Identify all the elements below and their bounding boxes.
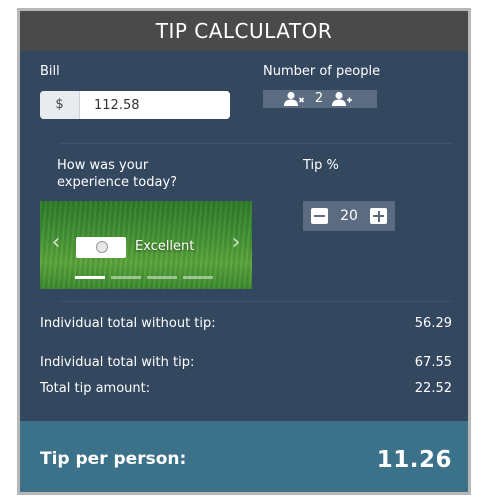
individual-with-tip-label: Individual total with tip:	[40, 355, 195, 370]
divider	[60, 301, 452, 302]
minus-icon	[314, 215, 325, 217]
divider	[60, 143, 452, 144]
add-person-button[interactable]	[331, 91, 355, 107]
page-title: TIP CALCULATOR	[20, 11, 468, 51]
carousel-indicator[interactable]	[111, 276, 141, 279]
tip-decrease-button[interactable]	[311, 208, 328, 224]
individual-with-tip-value: 67.55	[414, 355, 452, 370]
add-person-icon	[332, 92, 352, 106]
remove-person-button[interactable]	[283, 91, 307, 107]
tip-per-person-label: Tip per person:	[40, 449, 187, 469]
remove-person-icon	[284, 92, 305, 106]
people-label: Number of people	[263, 64, 381, 79]
tip-label: Tip %	[303, 158, 339, 173]
individual-without-tip-value: 56.29	[414, 316, 452, 331]
rating-slide-card	[76, 237, 126, 258]
total-tip-value: 22.52	[414, 381, 452, 396]
experience-carousel[interactable]: ‹ Excellent ›	[40, 201, 252, 289]
people-stepper: 2	[263, 90, 377, 108]
radio-knob-icon	[96, 241, 108, 253]
carousel-prev-button[interactable]: ‹	[48, 232, 64, 254]
individual-without-tip-label: Individual total without tip:	[40, 316, 216, 331]
tip-percent-value: 20	[340, 208, 358, 224]
total-tip-label: Total tip amount:	[40, 381, 151, 396]
tip-increase-button[interactable]	[370, 208, 387, 224]
tip-per-person-footer: Tip per person: 11.26	[20, 421, 468, 492]
experience-question: How was your experience today?	[57, 158, 178, 190]
experience-rating: Excellent	[135, 239, 195, 254]
tip-calculator-card: TIP CALCULATOR Bill $ Number of people 2…	[17, 8, 471, 495]
people-count: 2	[314, 91, 324, 106]
carousel-indicator[interactable]	[75, 276, 105, 279]
carousel-indicator[interactable]	[183, 276, 213, 279]
carousel-next-button[interactable]: ›	[228, 232, 244, 254]
currency-symbol: $	[40, 91, 80, 119]
bill-input[interactable]	[80, 91, 230, 119]
carousel-indicator[interactable]	[147, 276, 177, 279]
bill-label: Bill	[40, 64, 60, 79]
tip-stepper: 20	[303, 201, 395, 231]
bill-input-group: $	[40, 91, 230, 119]
plus-icon-vertical	[377, 210, 380, 222]
tip-per-person-value: 11.26	[376, 447, 452, 473]
